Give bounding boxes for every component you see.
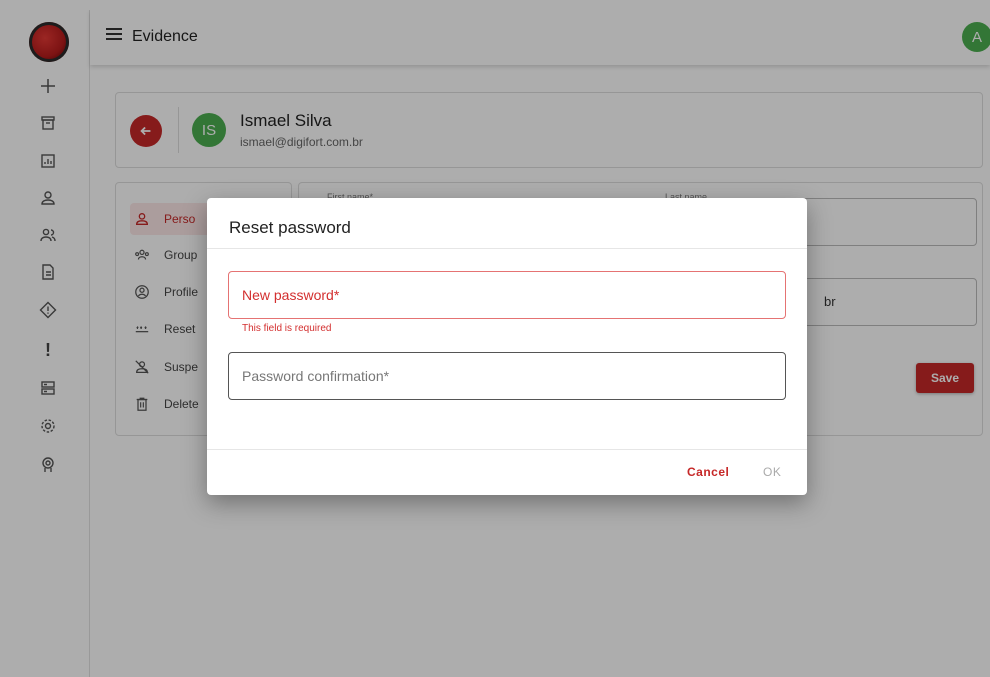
divider (207, 248, 807, 249)
new-password-input[interactable]: New password* (228, 271, 786, 319)
new-password-placeholder: New password* (242, 287, 340, 303)
divider (207, 449, 807, 450)
field-error-message: This field is required (242, 323, 332, 334)
password-confirmation-input[interactable]: Password confirmation* (228, 352, 786, 400)
password-confirmation-placeholder: Password confirmation* (242, 368, 390, 384)
reset-password-dialog: Reset password New password* This field … (207, 198, 807, 495)
cancel-button[interactable]: Cancel (687, 465, 729, 479)
dialog-title: Reset password (229, 218, 351, 237)
ok-button[interactable]: OK (763, 465, 781, 479)
